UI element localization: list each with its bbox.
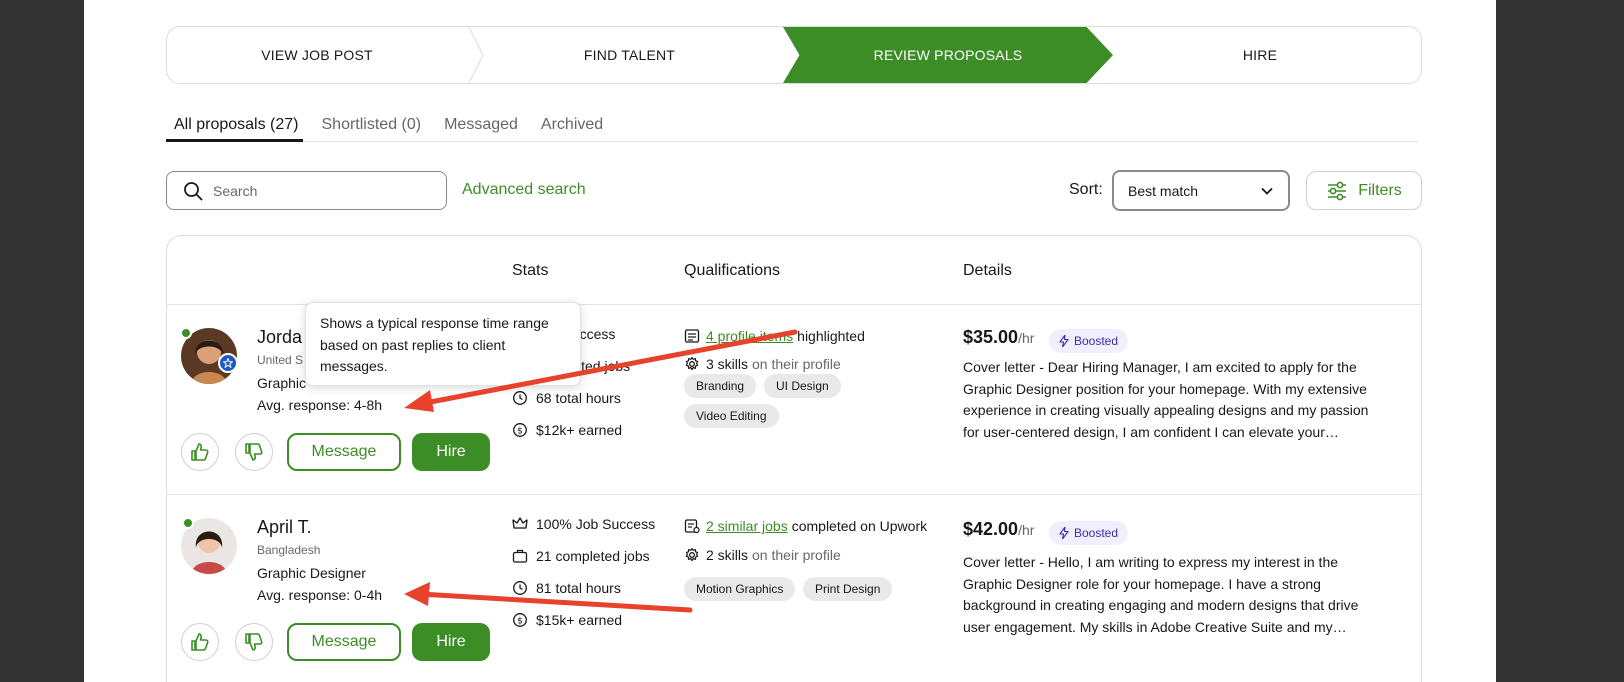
- freelancer-name[interactable]: April T.: [257, 517, 312, 538]
- filters-label: Filters: [1358, 181, 1402, 199]
- freelancer-name[interactable]: Jorda: [257, 327, 302, 348]
- dollar-icon: $: [513, 423, 527, 437]
- tab-shortlisted[interactable]: Shortlisted (0): [318, 110, 426, 142]
- tab-messaged[interactable]: Messaged: [440, 110, 522, 142]
- hourly-rate: $42.00/hr: [963, 519, 1035, 539]
- online-indicator: [182, 517, 194, 529]
- boosted-badge: Boosted: [1049, 329, 1129, 353]
- row-divider: [167, 494, 1421, 495]
- chevron-down-icon: [1261, 187, 1273, 195]
- thumbs-down-button[interactable]: [235, 433, 273, 471]
- hiring-page: VIEW JOB POST FIND TALENT REVIEW PROPOSA…: [84, 0, 1496, 682]
- svg-text:$: $: [517, 426, 523, 436]
- step-view-job-post[interactable]: VIEW JOB POST: [167, 27, 467, 83]
- search-input[interactable]: [213, 182, 433, 199]
- hire-button[interactable]: Hire: [412, 433, 490, 471]
- annotation-arrow: [404, 582, 693, 613]
- filters-button[interactable]: Filters: [1306, 171, 1422, 210]
- stat-completed-jobs: 21 completed jobs: [512, 548, 650, 564]
- lightning-icon: [1059, 335, 1069, 347]
- hire-button[interactable]: Hire: [412, 623, 490, 661]
- thumbs-down-icon: [245, 443, 263, 461]
- advanced-search-link[interactable]: Advanced search: [462, 181, 586, 199]
- qual-highlight: 2 similar jobs completed on Upwork: [684, 518, 927, 534]
- boosted-badge: Boosted: [1049, 521, 1129, 545]
- qual-skills: 2 skills on their profile: [684, 547, 841, 563]
- hourly-rate: $35.00/hr: [963, 327, 1035, 347]
- thumbs-up-icon: [191, 633, 209, 651]
- thumbs-up-button[interactable]: [181, 623, 219, 661]
- similar-jobs-link[interactable]: 2 similar jobs: [706, 518, 788, 534]
- search-icon: [184, 181, 203, 200]
- avg-response: Avg. response: 0-4h: [257, 587, 383, 603]
- step-hire[interactable]: HIRE: [1097, 27, 1421, 83]
- step-find-talent[interactable]: FIND TALENT: [467, 27, 792, 83]
- sort-value: Best match: [1128, 182, 1199, 199]
- gear-icon: [685, 547, 699, 562]
- annotation-arrow: [404, 329, 798, 412]
- thumbs-down-icon: [245, 633, 263, 651]
- tab-all-proposals[interactable]: All proposals (27): [166, 110, 303, 142]
- sort-label: Sort:: [1069, 181, 1103, 198]
- message-button[interactable]: Message: [287, 433, 401, 471]
- freelancer-location: Bangladesh: [257, 543, 321, 557]
- stat-job-success: 100% Job Success: [512, 516, 655, 532]
- header-qualifications: Qualifications: [684, 262, 781, 279]
- header-details: Details: [963, 262, 1012, 279]
- proposal-tabs: All proposals (27) Shortlisted (0) Messa…: [166, 110, 1418, 142]
- online-indicator: [180, 327, 192, 339]
- thumbs-up-icon: [191, 443, 209, 461]
- skill-chip[interactable]: Motion Graphics: [684, 577, 796, 601]
- crown-icon: [512, 517, 528, 529]
- header-stats: Stats: [512, 262, 549, 279]
- lightning-icon: [1059, 527, 1069, 539]
- hiring-steps: VIEW JOB POST FIND TALENT REVIEW PROPOSA…: [166, 26, 1422, 84]
- cover-letter[interactable]: Cover letter - Dear Hiring Manager, I am…: [963, 357, 1369, 443]
- freelancer-role: Graphic: [257, 375, 307, 391]
- skill-chip[interactable]: Print Design: [803, 577, 893, 601]
- thumbs-up-button[interactable]: [181, 433, 219, 471]
- sort-select[interactable]: Best match: [1112, 170, 1290, 211]
- stat-earned: $ $12k+ earned: [512, 422, 622, 438]
- cover-letter[interactable]: Cover letter - Hello, I am writing to ex…: [963, 552, 1369, 638]
- top-rated-icon: [218, 353, 238, 373]
- briefcase-icon: [512, 549, 528, 563]
- thumbs-down-button[interactable]: [235, 623, 273, 661]
- freelancer-location: United S: [257, 353, 304, 367]
- search-box: [166, 171, 447, 210]
- sliders-icon: [1328, 181, 1347, 200]
- tab-archived[interactable]: Archived: [537, 110, 607, 142]
- jobs-icon: [684, 519, 700, 534]
- avg-response: Avg. response: 4-8h: [257, 397, 383, 413]
- step-review-proposals[interactable]: REVIEW PROPOSALS: [783, 27, 1113, 83]
- freelancer-role: Graphic Designer: [257, 565, 366, 581]
- message-button[interactable]: Message: [287, 623, 401, 661]
